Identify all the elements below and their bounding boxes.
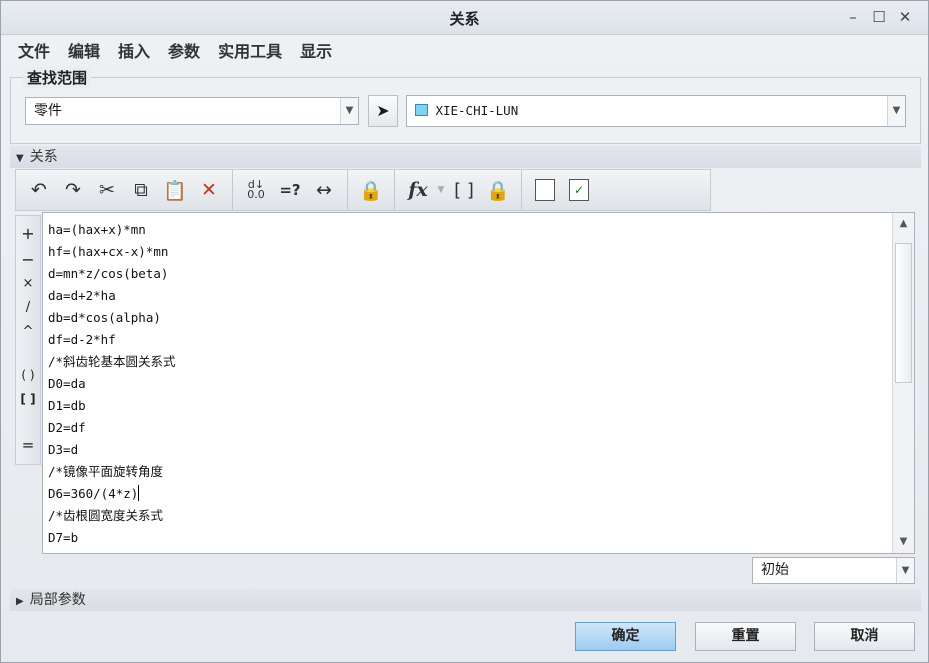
code-line-text: D6=360/(4*z)	[48, 486, 139, 501]
cancel-button[interactable]: 取消	[814, 622, 915, 651]
verify-relations-icon[interactable]: 🔒	[354, 175, 388, 205]
chevron-down-icon: ▼	[340, 98, 358, 124]
menu-file[interactable]: 文件	[9, 39, 59, 65]
sort-relations-icon[interactable]	[528, 175, 562, 205]
expand-triangle-icon: ▶	[16, 596, 24, 607]
code-line: df=d-2*hf	[48, 332, 116, 347]
code-line-with-caret: D6=360/(4*z)	[48, 483, 888, 505]
relations-dialog: 关系 – ☐ ✕ 文件 编辑 插入 参数 实用工具 显示 查找范围 零件 ▼ ➤…	[0, 0, 929, 663]
relations-toolbar: ↶ ↷ ✂ ⧉ 📋 ✕ d↓ 0.0 =? ↔ 🔒 fx ▼ [ ] 🔒 ✓	[15, 169, 711, 211]
execute-verify-icon[interactable]: ✓	[562, 175, 596, 205]
minimize-icon[interactable]: –	[843, 7, 863, 27]
menu-parameters[interactable]: 参数	[159, 39, 209, 65]
cut-icon[interactable]: ✂	[90, 175, 124, 205]
maximize-icon[interactable]: ☐	[869, 7, 889, 27]
copy-icon[interactable]: ⧉	[124, 175, 158, 205]
operator-plus[interactable]: +	[16, 224, 40, 243]
function-tools-group: fx ▼ [ ] 🔒	[395, 170, 522, 210]
collapse-triangle-icon: ▼	[16, 153, 24, 164]
paste-icon[interactable]: 📋	[158, 175, 192, 205]
operator-parentheses[interactable]: ( )	[16, 368, 40, 382]
menu-insert[interactable]: 插入	[109, 39, 159, 65]
scroll-down-icon[interactable]: ▼	[893, 531, 914, 553]
operator-bar: + − × / ^ ( ) [ ] =	[15, 215, 41, 465]
arrow-cursor-icon: ➤	[376, 101, 390, 120]
scrollbar-thumb[interactable]	[895, 243, 912, 383]
relations-section-label: 关系	[29, 149, 58, 165]
close-icon[interactable]: ✕	[895, 7, 915, 27]
code-line: hf=(hax+cx-x)*mn	[48, 244, 169, 259]
lock-parameters-icon[interactable]: 🔒	[481, 175, 515, 205]
operator-brackets[interactable]: [ ]	[16, 392, 40, 406]
verify-tools-group: 🔒	[348, 170, 395, 210]
scroll-up-icon[interactable]: ▲	[893, 213, 914, 235]
sort-order-select[interactable]: 初始 ▼	[752, 557, 915, 584]
local-params-section-label: 局部参数	[29, 592, 86, 608]
evaluate-expression-button[interactable]: =?	[273, 175, 307, 205]
scope-type-value: 零件	[34, 103, 62, 119]
reset-button[interactable]: 重置	[695, 622, 796, 651]
operator-divide[interactable]: /	[16, 300, 40, 315]
search-scope-label: 查找范围	[23, 67, 92, 88]
relations-editor[interactable]: ha=(hax+x)*mn hf=(hax+cx-x)*mn d=mn*z/co…	[42, 212, 915, 554]
code-line: d=mn*z/cos(beta)	[48, 266, 169, 281]
sort-tools-group: ✓	[522, 170, 602, 210]
delete-icon[interactable]: ✕	[192, 175, 226, 205]
code-line: da=d+2*ha	[48, 288, 116, 303]
ok-button[interactable]: 确定	[575, 622, 676, 651]
insert-parentheses-icon[interactable]: [ ]	[447, 175, 481, 205]
relations-text[interactable]: ha=(hax+x)*mn hf=(hax+cx-x)*mn d=mn*z/co…	[48, 219, 888, 549]
select-cursor-button[interactable]: ➤	[368, 95, 398, 127]
undo-icon[interactable]: ↶	[22, 175, 56, 205]
code-line: D3=d	[48, 442, 79, 457]
code-line: D0=da	[48, 376, 86, 391]
model-select[interactable]: XIE-CHI-LUN ▼	[406, 95, 906, 127]
menu-bar: 文件 编辑 插入 参数 实用工具 显示	[9, 39, 341, 65]
code-line: D1=db	[48, 398, 86, 413]
insert-function-icon[interactable]: fx	[401, 175, 435, 205]
operator-equals[interactable]: =	[16, 436, 40, 454]
operator-multiply[interactable]: ×	[16, 276, 40, 291]
code-line: db=d*cos(alpha)	[48, 310, 161, 325]
toggle-symbol-value-icon[interactable]: d↓ 0.0	[239, 175, 273, 205]
part-icon	[415, 104, 428, 116]
vertical-scrollbar[interactable]: ▲ ▼	[892, 213, 914, 553]
code-line: ha=(hax+x)*mn	[48, 222, 146, 237]
code-line: /*斜齿轮基本圆关系式	[48, 354, 176, 369]
code-line: /*齿根圆宽度关系式	[48, 508, 164, 523]
menu-edit[interactable]: 编辑	[59, 39, 109, 65]
operator-power[interactable]: ^	[16, 324, 40, 339]
dimension-icon[interactable]: ↔	[307, 175, 341, 205]
edit-tools-group: ↶ ↷ ✂ ⧉ 📋 ✕	[16, 170, 233, 210]
scope-type-select[interactable]: 零件 ▼	[25, 97, 359, 125]
title-bar: 关系 – ☐ ✕	[1, 1, 928, 35]
value-tools-group: d↓ 0.0 =? ↔	[233, 170, 348, 210]
function-dropdown-icon[interactable]: ▼	[435, 185, 447, 195]
text-caret	[138, 485, 140, 501]
code-line: D2=df	[48, 420, 86, 435]
window-title: 关系	[449, 10, 480, 28]
menu-display[interactable]: 显示	[291, 39, 341, 65]
menu-utilities[interactable]: 实用工具	[209, 39, 291, 65]
code-line: /*镜像平面旋转角度	[48, 464, 164, 479]
chevron-down-icon: ▼	[896, 558, 914, 583]
chevron-down-icon: ▼	[887, 96, 905, 126]
operator-minus[interactable]: −	[16, 250, 40, 269]
model-value: XIE-CHI-LUN	[435, 103, 519, 118]
sort-order-value: 初始	[761, 562, 789, 578]
local-params-section-header[interactable]: ▶ 局部参数	[10, 589, 921, 611]
code-line: D7=b	[48, 530, 79, 545]
redo-icon[interactable]: ↷	[56, 175, 90, 205]
relations-section-header[interactable]: ▼ 关系	[10, 146, 921, 168]
